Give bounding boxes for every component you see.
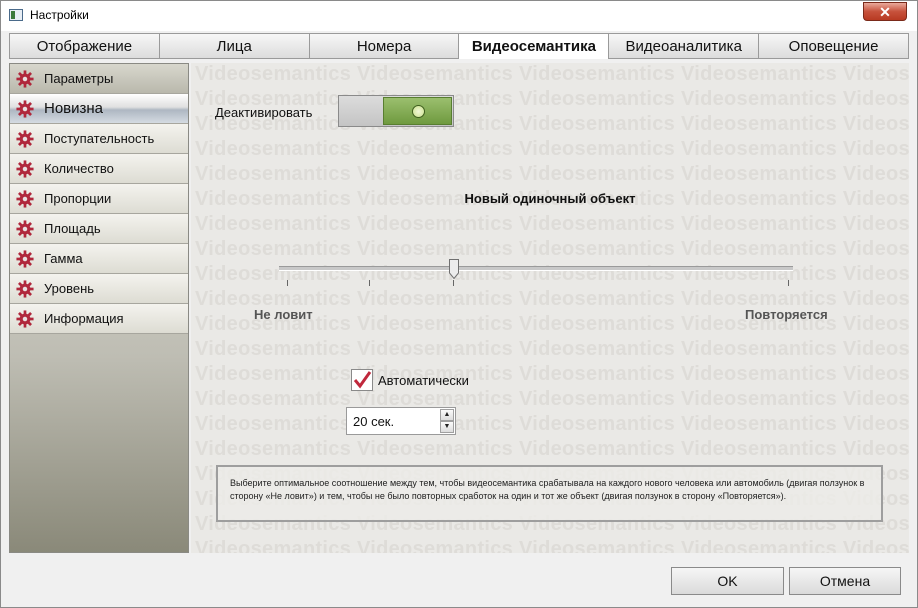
sidebar-item-label: Количество <box>44 161 114 176</box>
sidebar-item-label: Гамма <box>44 251 83 266</box>
tab-notification[interactable]: Оповещение <box>759 33 909 59</box>
description-box: Выберите оптимальное соотношение между т… <box>216 465 883 522</box>
watermark-row: Videosemantics Videosemantics Videoseman… <box>195 413 909 435</box>
tab-faces[interactable]: Лица <box>159 33 310 59</box>
sidebar: Параметры Новизна Поступательность Колич… <box>9 63 189 553</box>
interval-value: 20 сек. <box>353 414 395 429</box>
sidebar-item-proportions[interactable]: Пропорции <box>10 184 188 214</box>
deactivate-label: Деактивировать <box>215 105 313 120</box>
watermark-row: Videosemantics Videosemantics Videoseman… <box>195 138 909 160</box>
sidebar-item-novelty[interactable]: Новизна <box>10 94 188 124</box>
gear-icon <box>16 70 34 88</box>
sidebar-item-label: Уровень <box>44 281 95 296</box>
gear-icon <box>16 280 34 298</box>
sidebar-item-label: Поступательность <box>44 131 155 146</box>
spin-down-icon[interactable]: ▼ <box>440 421 454 433</box>
toggle-on-segment <box>383 97 452 125</box>
watermark-row: Videosemantics Videosemantics Videoseman… <box>195 213 909 235</box>
gear-icon <box>16 220 34 238</box>
sidebar-item-label: Пропорции <box>44 191 112 206</box>
description-text: Выберите оптимальное соотношение между т… <box>230 478 865 501</box>
watermark-row: Videosemantics Videosemantics Videoseman… <box>195 363 909 385</box>
auto-checkbox[interactable] <box>351 369 373 391</box>
close-button[interactable]: ✕ <box>863 2 907 21</box>
sidebar-item-area[interactable]: Площадь <box>10 214 188 244</box>
checkmark-icon <box>353 371 372 389</box>
watermark-row: Videosemantics Videosemantics Videoseman… <box>195 63 909 85</box>
slider-title: Новый одиночный объект <box>464 191 636 206</box>
tab-plates[interactable]: Номера <box>309 33 460 59</box>
window-title: Настройки <box>30 8 89 22</box>
settings-window: Настройки ✕ Отображение Лица Номера Виде… <box>0 0 918 608</box>
gear-icon <box>16 100 34 118</box>
auto-checkbox-label: Автоматически <box>378 373 469 388</box>
sidebar-item-parameters[interactable]: Параметры <box>10 64 188 94</box>
gear-icon <box>16 190 34 208</box>
sidebar-item-quantity[interactable]: Количество <box>10 154 188 184</box>
gear-icon <box>16 160 34 178</box>
interval-spinbox[interactable]: 20 сек. ▲ ▼ <box>346 407 456 435</box>
sidebar-item-label: Информация <box>44 311 124 326</box>
toggle-indicator-icon <box>412 105 425 118</box>
slider-tick <box>369 280 370 286</box>
title-bar: Настройки ✕ <box>1 1 917 31</box>
slider-tick <box>453 280 454 286</box>
sidebar-item-label: Площадь <box>44 221 101 236</box>
sidebar-item-label: Новизна <box>44 100 104 117</box>
gear-icon <box>16 310 34 328</box>
slider-tick <box>287 280 288 286</box>
watermark-row: Videosemantics Videosemantics Videoseman… <box>195 438 909 460</box>
tab-videosemantics[interactable]: Видеосемантика <box>459 33 610 59</box>
cancel-button[interactable]: Отмена <box>789 567 901 595</box>
slider-tick <box>788 280 789 286</box>
sidebar-item-information[interactable]: Информация <box>10 304 188 334</box>
app-icon <box>9 9 23 21</box>
tab-bar: Отображение Лица Номера Видеосемантика В… <box>9 33 909 59</box>
watermark-row: Videosemantics Videosemantics Videoseman… <box>195 338 909 360</box>
spin-up-icon[interactable]: ▲ <box>440 409 454 421</box>
slider-min-label: Не ловит <box>254 307 313 322</box>
gear-icon <box>16 130 34 148</box>
watermark-row: Videosemantics Videosemantics Videoseman… <box>195 163 909 185</box>
sidebar-item-label: Параметры <box>44 71 114 86</box>
settings-content: Videosemantics Videosemantics Videoseman… <box>191 63 909 553</box>
novelty-slider-track[interactable] <box>279 266 793 271</box>
tab-display[interactable]: Отображение <box>9 33 160 59</box>
watermark-row: Videosemantics Videosemantics Videoseman… <box>195 538 909 553</box>
novelty-slider-thumb[interactable] <box>448 259 459 279</box>
slider-max-label: Повторяется <box>745 307 828 322</box>
watermark-row: Videosemantics Videosemantics Videoseman… <box>195 388 909 410</box>
ok-button[interactable]: OK <box>671 567 784 595</box>
gear-icon <box>16 250 34 268</box>
sidebar-item-gamma[interactable]: Гамма <box>10 244 188 274</box>
sidebar-item-progression[interactable]: Поступательность <box>10 124 188 154</box>
deactivate-toggle[interactable] <box>338 95 454 127</box>
watermark-row: Videosemantics Videosemantics Videoseman… <box>195 238 909 260</box>
tab-videoanalytics[interactable]: Видеоаналитика <box>609 33 760 59</box>
sidebar-item-level[interactable]: Уровень <box>10 274 188 304</box>
